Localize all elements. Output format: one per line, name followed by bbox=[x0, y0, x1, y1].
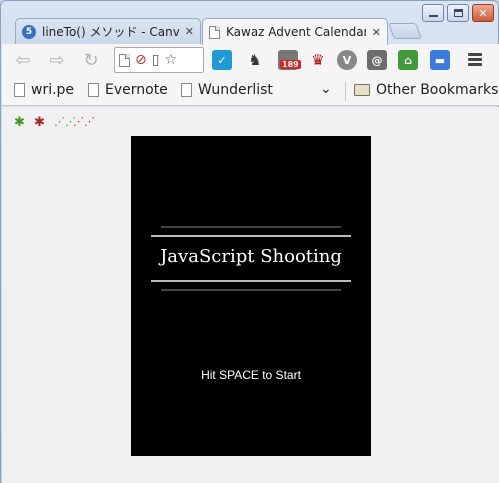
minimize-icon bbox=[428, 15, 438, 17]
at-extension-icon[interactable]: @ bbox=[367, 50, 387, 70]
evernote-extension-icon[interactable]: ♞ bbox=[245, 50, 265, 70]
bookmark-star-icon[interactable]: ☆ bbox=[164, 52, 177, 68]
folder-icon bbox=[354, 84, 370, 96]
other-bookmarks[interactable]: Other Bookmarks bbox=[354, 82, 498, 98]
close-window-button[interactable]: ✕ bbox=[472, 4, 494, 22]
maximize-button[interactable] bbox=[447, 4, 469, 22]
omnibox[interactable]: ⊘ ▯ ☆ bbox=[114, 47, 204, 73]
bug-icon: ✱ bbox=[14, 115, 25, 130]
tab-close-icon[interactable]: ✕ bbox=[185, 25, 194, 38]
bookmark-label: Evernote bbox=[105, 82, 168, 98]
bookmark-item[interactable]: wri.pe bbox=[14, 82, 74, 98]
start-hint: Hit SPACE to Start bbox=[201, 368, 301, 382]
feedly-extension-icon[interactable]: ⌂ bbox=[398, 50, 418, 70]
game-canvas[interactable]: JavaScript Shooting Hit SPACE to Start bbox=[131, 136, 371, 456]
forward-arrow-icon[interactable]: ⇨ bbox=[46, 49, 68, 71]
pocket-extension-icon[interactable]: ✓ bbox=[212, 50, 232, 70]
tab-title: Kawaz Advent Calendar 2 bbox=[226, 25, 366, 39]
bug-icon: ✱ bbox=[34, 115, 45, 130]
divider bbox=[161, 289, 341, 291]
notification-badge: 189 bbox=[280, 60, 301, 69]
browser-window: ✕ 5 lineTo() メソッド - Canva ✕ Kawaz Advent… bbox=[0, 0, 499, 483]
gmail-extension-icon[interactable]: 189 bbox=[278, 50, 301, 70]
reload-icon[interactable]: ↻ bbox=[80, 49, 102, 71]
devices-icon[interactable]: ▯ bbox=[152, 52, 160, 68]
bookmarks-bar: wri.pe Evernote Wunderlist ⌄ Other Bookm… bbox=[2, 76, 499, 106]
page-icon bbox=[119, 53, 130, 67]
tab-close-icon[interactable]: ✕ bbox=[372, 26, 381, 39]
close-icon: ✕ bbox=[478, 6, 488, 20]
tab-kawaz[interactable]: Kawaz Advent Calendar 2 ✕ bbox=[202, 18, 388, 45]
bookmark-item[interactable]: Wunderlist bbox=[181, 82, 273, 98]
toolbar: ⇦ ⇨ ↻ ⊘ ▯ ☆ ✓ ♞ 189 ♛ V @ ⌂ ▬ bbox=[2, 44, 499, 76]
menu-icon[interactable] bbox=[468, 53, 482, 68]
blocked-plugin-icon[interactable]: ⊘ bbox=[135, 52, 147, 68]
divider bbox=[151, 280, 351, 282]
html5-icon: 5 bbox=[22, 24, 36, 39]
divider bbox=[151, 235, 351, 237]
readability-icon[interactable]: ♛ bbox=[308, 50, 328, 70]
bookmark-item[interactable]: Evernote bbox=[88, 82, 168, 98]
chevron-down-icon[interactable]: ⌄ bbox=[320, 81, 332, 97]
other-bookmarks-label: Other Bookmarks bbox=[376, 82, 499, 98]
game-title: JavaScript Shooting bbox=[160, 246, 342, 267]
chat-extension-icon[interactable]: ▬ bbox=[430, 50, 450, 70]
page-content: ✱ ✱ ⋰⋰ ⋰⋰ JavaScript Shooting Hit SPACE … bbox=[2, 107, 499, 483]
divider bbox=[345, 81, 346, 101]
page-icon bbox=[209, 25, 220, 39]
vimium-extension-icon[interactable]: V bbox=[337, 50, 357, 70]
page-icon bbox=[14, 83, 25, 97]
tab-lineto[interactable]: 5 lineTo() メソッド - Canva ✕ bbox=[15, 18, 201, 44]
divider bbox=[161, 226, 341, 228]
page-icon bbox=[181, 83, 192, 97]
bug-icon: ⋰⋰ bbox=[73, 115, 95, 128]
new-tab-button[interactable] bbox=[388, 23, 422, 39]
back-arrow-icon[interactable]: ⇦ bbox=[12, 49, 34, 71]
tab-title: lineTo() メソッド - Canva bbox=[42, 25, 179, 39]
bookmark-label: Wunderlist bbox=[198, 82, 273, 98]
bookmark-label: wri.pe bbox=[31, 82, 75, 98]
maximize-icon bbox=[453, 9, 463, 17]
minimize-button[interactable] bbox=[422, 4, 444, 22]
page-icon bbox=[88, 83, 99, 97]
